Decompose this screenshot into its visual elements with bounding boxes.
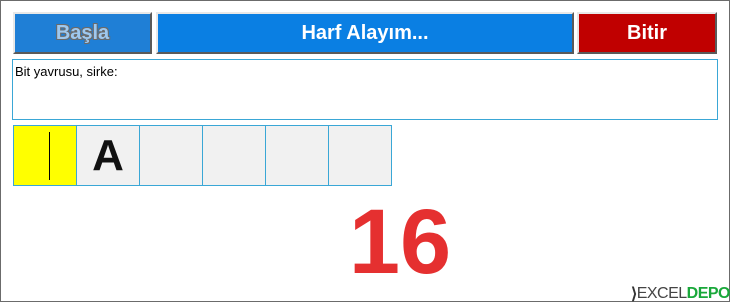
answer-cell-letter: A [92, 130, 124, 180]
clue-text: Bit yavrusu, sirke: [15, 64, 118, 79]
answer-cell-5[interactable] [265, 125, 329, 186]
take-letter-button[interactable]: Harf Alayım... [156, 12, 574, 54]
finish-button[interactable]: Bitir [577, 12, 717, 54]
answer-cell-3[interactable] [139, 125, 203, 186]
clue-textbox: Bit yavrusu, sirke: [12, 59, 718, 120]
answer-cell-2[interactable]: A [76, 125, 140, 186]
start-button[interactable]: Başla [13, 12, 152, 54]
text-cursor [49, 132, 50, 180]
excel-depo-logo: ⟩ EXCEL DEPO [631, 285, 731, 303]
answer-cell-6[interactable] [328, 125, 392, 186]
answer-cells: A [13, 125, 392, 186]
logo-text-dark: EXCEL [636, 285, 687, 302]
answer-cell-4[interactable] [202, 125, 266, 186]
logo-text-green: DEPO [686, 285, 731, 302]
answer-cell-1[interactable] [13, 125, 77, 186]
score-counter: 16 [348, 191, 452, 293]
